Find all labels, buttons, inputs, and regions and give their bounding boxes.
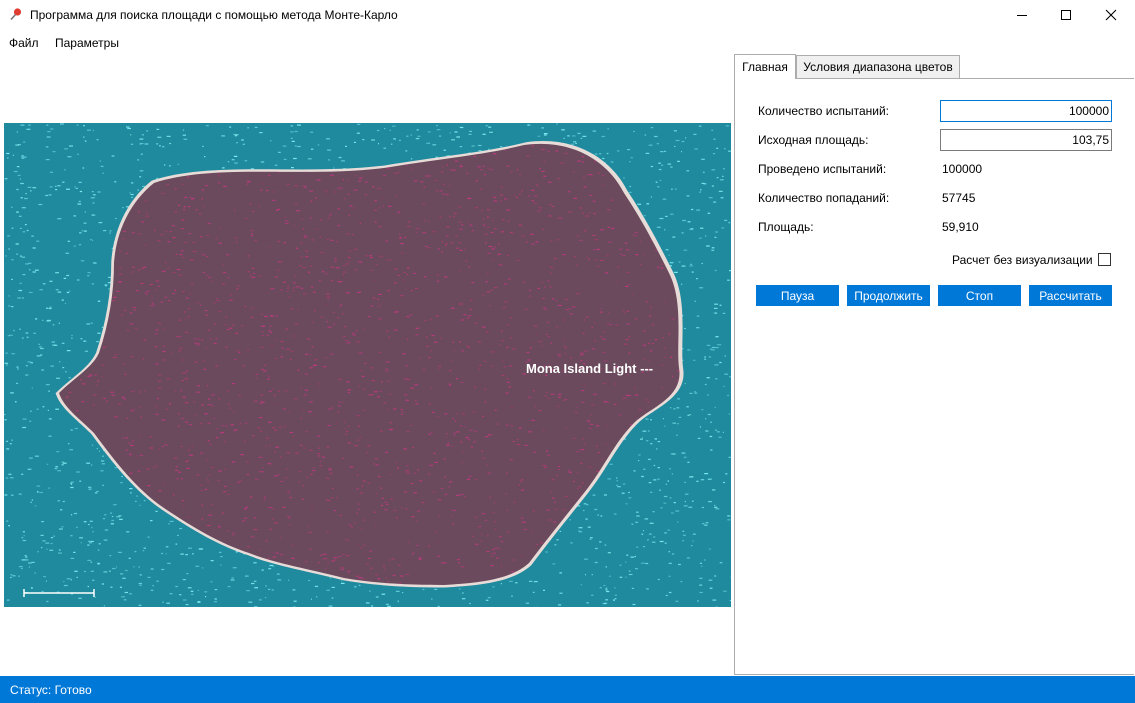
status-bar: Статус: Готово bbox=[0, 676, 1135, 703]
no-visual-checkbox[interactable] bbox=[1098, 253, 1111, 266]
minimize-button[interactable] bbox=[999, 0, 1045, 30]
trials-input[interactable]: 100000 bbox=[940, 100, 1112, 122]
main-tab-panel: Количество испытаний: 100000 Исходная пл… bbox=[734, 78, 1134, 675]
hits-label: Количество попаданий: bbox=[758, 191, 890, 205]
area-label: Исходная площадь: bbox=[758, 133, 869, 147]
window-title: Программа для поиска площади с помощью м… bbox=[30, 8, 398, 22]
minimize-icon bbox=[1017, 15, 1027, 16]
done-label: Проведено испытаний: bbox=[758, 162, 887, 176]
map-overlay-label: Mona Island Light --- bbox=[526, 361, 653, 376]
tab-main-label: Главная bbox=[742, 60, 788, 74]
close-icon bbox=[1105, 9, 1117, 21]
menu-file[interactable]: Файл bbox=[9, 36, 39, 50]
done-value: 100000 bbox=[942, 162, 983, 176]
tab-color-range-label: Условия диапазона цветов bbox=[803, 60, 953, 74]
result-value: 59,910 bbox=[942, 220, 979, 234]
resume-button[interactable]: Продолжить bbox=[847, 285, 930, 306]
menu-parameters[interactable]: Параметры bbox=[55, 36, 119, 50]
close-button[interactable] bbox=[1088, 0, 1134, 30]
no-visual-label: Расчет без визуализации bbox=[952, 253, 1093, 267]
result-label: Площадь: bbox=[758, 220, 814, 234]
hits-value: 57745 bbox=[942, 191, 976, 205]
area-input[interactable]: 103,75 bbox=[940, 129, 1112, 151]
compute-button[interactable]: Рассчитать bbox=[1029, 285, 1112, 306]
map-image: Mona Island Light --- bbox=[4, 123, 731, 607]
stop-button[interactable]: Стоп bbox=[938, 285, 1021, 306]
tab-color-range[interactable]: Условия диапазона цветов bbox=[796, 55, 960, 78]
title-bar: Программа для поиска площади с помощью м… bbox=[0, 0, 1135, 30]
maximize-icon bbox=[1061, 10, 1071, 20]
trials-label: Количество испытаний: bbox=[758, 104, 890, 118]
pin-icon bbox=[9, 7, 23, 21]
satellite-image: Mona Island Light --- bbox=[4, 123, 731, 607]
tab-main[interactable]: Главная bbox=[734, 54, 796, 79]
maximize-button[interactable] bbox=[1043, 0, 1089, 30]
status-text: Статус: Готово bbox=[10, 683, 92, 697]
pause-button[interactable]: Пауза bbox=[756, 285, 839, 306]
